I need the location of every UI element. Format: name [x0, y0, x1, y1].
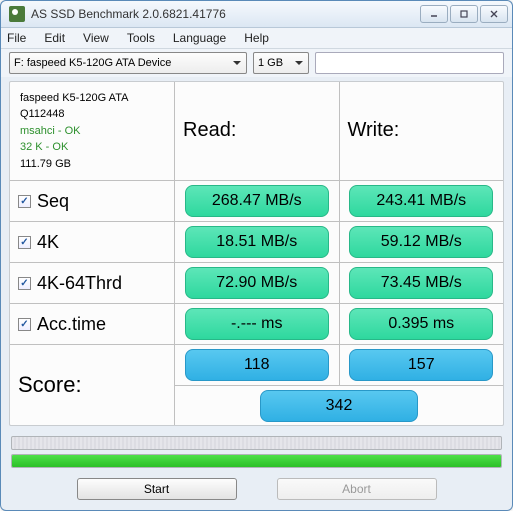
menu-tools[interactable]: Tools	[127, 31, 155, 45]
device-model: faspeed K5-120G ATA	[20, 90, 164, 107]
test-row-acc: Acc.time -.--- ms 0.395 ms	[10, 304, 503, 345]
4k-read-value: 18.51 MB/s	[185, 226, 329, 258]
abort-button: Abort	[277, 478, 437, 500]
test-row-4k: 4K 18.51 MB/s 59.12 MB/s	[10, 222, 503, 263]
4k64-read-value: 72.90 MB/s	[185, 267, 329, 299]
info-row: faspeed K5-120G ATA Q112448 msahci - OK …	[10, 82, 503, 182]
score-read-value: 118	[185, 349, 329, 381]
window-controls	[420, 5, 508, 23]
score-write-value: 157	[349, 349, 493, 381]
4k-label: 4K	[37, 232, 59, 253]
acc-write-value: 0.395 ms	[349, 308, 493, 340]
window-title: AS SSD Benchmark 2.0.6821.41776	[31, 7, 420, 21]
read-header: Read:	[181, 119, 333, 142]
menu-edit[interactable]: Edit	[44, 31, 65, 45]
acc-label: Acc.time	[37, 314, 106, 335]
4k64-write-value: 73.45 MB/s	[349, 267, 493, 299]
app-icon	[9, 6, 25, 22]
seq-checkbox[interactable]	[18, 195, 31, 208]
size-dropdown-value: 1 GB	[258, 57, 283, 69]
test-row-4k64: 4K-64Thrd 72.90 MB/s 73.45 MB/s	[10, 263, 503, 304]
progress-area	[1, 430, 512, 472]
menu-view[interactable]: View	[83, 31, 109, 45]
maximize-button[interactable]	[450, 5, 478, 23]
progress-bar-total	[11, 454, 502, 468]
score-row: Score: 118 157 342	[10, 345, 503, 425]
minimize-button[interactable]	[420, 5, 448, 23]
alignment-status: 32 K - OK	[20, 139, 164, 156]
menu-file[interactable]: File	[7, 31, 26, 45]
progress-bar-current	[11, 436, 502, 450]
device-capacity: 111.79 GB	[20, 156, 164, 173]
driver-status: msahci - OK	[20, 123, 164, 140]
4k-write-value: 59.12 MB/s	[349, 226, 493, 258]
write-header: Write:	[346, 119, 498, 142]
4k64-label: 4K-64Thrd	[37, 273, 122, 294]
start-button[interactable]: Start	[77, 478, 237, 500]
seq-write-value: 243.41 MB/s	[349, 185, 493, 217]
app-window: AS SSD Benchmark 2.0.6821.41776 File Edi…	[0, 0, 513, 511]
score-label: Score:	[18, 372, 82, 398]
menu-help[interactable]: Help	[244, 31, 269, 45]
device-serial: Q112448	[20, 106, 164, 123]
results-panel: faspeed K5-120G ATA Q112448 msahci - OK …	[9, 81, 504, 427]
device-dropdown[interactable]: F: faspeed K5-120G ATA Device	[9, 52, 247, 74]
search-input[interactable]	[315, 52, 504, 74]
acc-read-value: -.--- ms	[185, 308, 329, 340]
menubar: File Edit View Tools Language Help	[1, 28, 512, 48]
menu-language[interactable]: Language	[173, 31, 226, 45]
4k64-checkbox[interactable]	[18, 277, 31, 290]
test-row-seq: Seq 268.47 MB/s 243.41 MB/s	[10, 181, 503, 222]
toolbar: F: faspeed K5-120G ATA Device 1 GB	[1, 49, 512, 77]
seq-label: Seq	[37, 191, 69, 212]
4k-checkbox[interactable]	[18, 236, 31, 249]
acc-checkbox[interactable]	[18, 318, 31, 331]
score-total-value: 342	[260, 390, 417, 422]
size-dropdown[interactable]: 1 GB	[253, 52, 309, 74]
seq-read-value: 268.47 MB/s	[185, 185, 329, 217]
button-row: Start Abort	[1, 472, 512, 510]
close-button[interactable]	[480, 5, 508, 23]
titlebar: AS SSD Benchmark 2.0.6821.41776	[1, 1, 512, 28]
device-dropdown-value: F: faspeed K5-120G ATA Device	[14, 57, 171, 69]
